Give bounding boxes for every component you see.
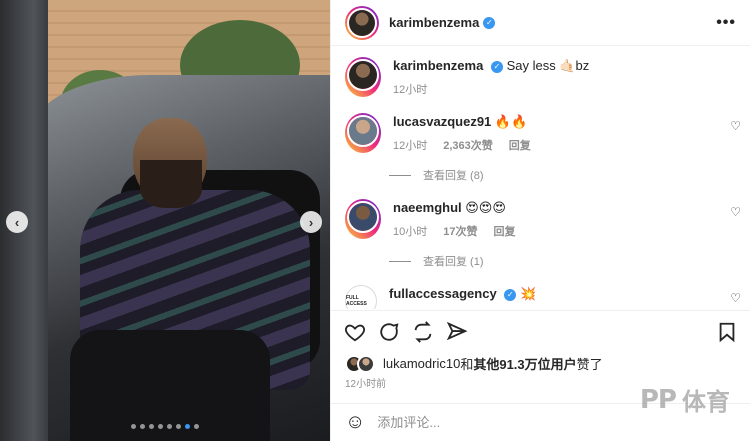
photo-person-beard	[140, 160, 202, 208]
likes-suffix: 赞了	[576, 357, 603, 372]
chevron-left-icon: ‹	[14, 214, 20, 230]
caption: karimbenzema ✓ Say less 🤙🏻bz 12小时	[331, 47, 750, 97]
chevron-right-icon: ›	[308, 214, 314, 230]
view-replies-button[interactable]: 查看回复 (1)	[389, 253, 750, 269]
carousel-dot	[131, 424, 136, 429]
comment-username[interactable]: fullaccessagency	[389, 286, 497, 301]
likes-user[interactable]: lukamodric10	[383, 356, 460, 371]
caption-avatar[interactable]	[345, 57, 381, 97]
likers-avatars	[345, 354, 375, 373]
avatar	[357, 354, 375, 373]
share-icon[interactable]	[411, 320, 435, 344]
comment-likes[interactable]: 17次赞	[443, 223, 477, 239]
comments-list[interactable]: karimbenzema ✓ Say less 🤙🏻bz 12小时 lucasv…	[331, 47, 750, 309]
carousel-dot	[194, 424, 199, 429]
replies-divider	[389, 174, 411, 176]
carousel-dot	[140, 424, 145, 429]
comment-username[interactable]: naeemghul	[393, 200, 462, 215]
likes-connector: 和	[460, 357, 474, 372]
post-time: 12小时前	[345, 379, 387, 390]
comment-text: 😍😍😍	[465, 200, 506, 215]
action-bar	[331, 310, 750, 352]
comment-text: 💥	[519, 286, 537, 301]
comment-item: FULL ACCESS fullaccessagency ✓ 💥 ♡	[331, 269, 750, 309]
comment-reply-button[interactable]: 回复	[509, 137, 531, 153]
bookmark-icon[interactable]	[715, 320, 739, 344]
carousel-dot	[167, 424, 172, 429]
heart-icon[interactable]: ♡	[730, 205, 741, 219]
heart-icon[interactable]: ♡	[730, 291, 741, 305]
replies-divider	[389, 260, 411, 262]
carousel-dot	[149, 424, 154, 429]
caption-time: 12小时	[393, 84, 428, 96]
likes-summary[interactable]: lukamodric10 和其他91.3万位用户 赞了	[345, 354, 603, 373]
comment-item: naeemghul 😍😍😍 10小时 17次赞 回复 ♡	[331, 183, 750, 239]
send-icon[interactable]	[445, 320, 469, 344]
verified-icon: ✓	[504, 288, 517, 301]
view-replies-button[interactable]: 查看回复 (8)	[389, 167, 750, 183]
comment-text: 🔥🔥	[494, 114, 528, 129]
heart-icon[interactable]	[343, 320, 367, 344]
view-replies-label: 查看回复 (8)	[423, 170, 484, 182]
caption-username[interactable]: karimbenzema	[393, 58, 483, 73]
emoji-icon[interactable]: ☺	[345, 411, 365, 434]
caption-text: Say less 🤙🏻bz	[506, 58, 590, 73]
verified-icon: ✓	[483, 16, 496, 29]
post-details-panel: karimbenzema ✓ ••• karimbenzema ✓ Say le…	[330, 0, 750, 441]
comment-icon[interactable]	[377, 320, 401, 344]
comment-likes[interactable]: 2,363次赞	[443, 137, 493, 153]
comment-item: lucasvazquez91 🔥🔥 12小时 2,363次赞 回复 ♡	[331, 97, 750, 153]
heart-icon[interactable]: ♡	[730, 119, 741, 133]
comment-username[interactable]: lucasvazquez91	[393, 114, 491, 129]
watermark-logo: PP	[639, 384, 677, 415]
more-icon[interactable]: •••	[716, 14, 736, 32]
comment-avatar[interactable]	[345, 113, 381, 153]
view-replies-label: 查看回复 (1)	[423, 256, 484, 268]
comment-reply-button[interactable]: 回复	[494, 223, 516, 239]
carousel-prev-button[interactable]: ‹	[6, 211, 28, 233]
carousel-next-button[interactable]: ›	[300, 211, 322, 233]
watermark: PP 体育	[640, 382, 730, 417]
post-photo[interactable]: ‹ ›	[0, 0, 330, 441]
carousel-dot	[158, 424, 163, 429]
carousel-dot	[185, 424, 190, 429]
comment-avatar[interactable]: FULL ACCESS	[345, 285, 377, 309]
carousel-dot	[176, 424, 181, 429]
comment-time: 12小时	[393, 140, 428, 152]
watermark-text: 体育	[682, 389, 730, 416]
carousel-dots	[0, 424, 330, 429]
author-username[interactable]: karimbenzema	[389, 15, 479, 30]
likes-others[interactable]: 其他91.3万位用户	[473, 354, 576, 373]
verified-icon: ✓	[490, 60, 503, 73]
comment-time: 10小时	[393, 226, 428, 238]
comment-avatar[interactable]	[345, 199, 381, 239]
author-avatar[interactable]	[345, 5, 379, 40]
post-header: karimbenzema ✓ •••	[331, 0, 750, 46]
comment-input[interactable]	[377, 415, 578, 430]
